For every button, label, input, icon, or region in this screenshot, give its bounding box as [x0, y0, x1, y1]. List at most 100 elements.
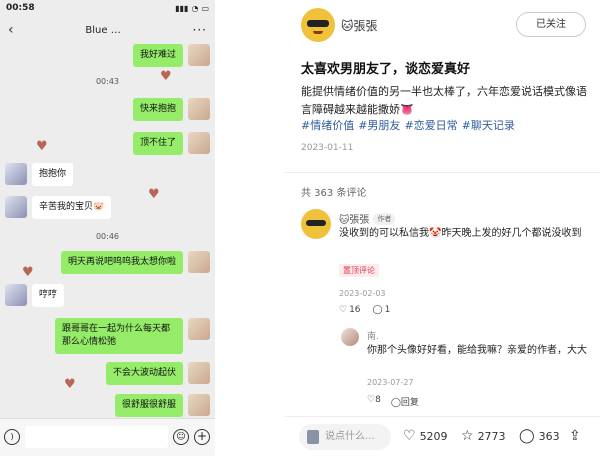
message-row: 我好难过 [0, 44, 215, 68]
chat-bubble-icon: ◯ [519, 428, 535, 444]
message-row: 不会大波动起伏 [0, 362, 215, 386]
comment-like-button[interactable]: ♡8 [367, 395, 381, 408]
tag-link[interactable]: #恋爱日常 [404, 117, 457, 133]
message-bubble[interactable]: 不会大波动起伏 [105, 362, 183, 385]
timestamp: 00:43 [95, 77, 120, 86]
author-block[interactable]: 🐱張張 [301, 8, 378, 42]
author-name[interactable]: 🐱張張 [341, 17, 378, 34]
message-row: 辛苦我的宝贝🐷 [0, 196, 215, 220]
comment-like-button[interactable]: ♡ 16 [339, 305, 361, 315]
comment-like-count: 16 [349, 305, 361, 315]
share-icon: ⇪ [569, 428, 581, 444]
avatar[interactable] [188, 362, 210, 384]
like-count: 5209 [419, 429, 448, 443]
more-icon[interactable]: ··· [193, 23, 207, 37]
chat-bubble-icon: ◯ [372, 305, 383, 315]
status-bar: 00:58 ▮▮▮ ◔ ▭ [0, 0, 215, 16]
message-bubble[interactable]: 快来抱抱 [132, 98, 183, 121]
heart-sticker-icon: ♥ [22, 265, 34, 280]
comment-author: 🐱張張 作者 [339, 211, 396, 226]
collect-count: 2773 [477, 429, 506, 443]
tag-list: #情绪价值 #男朋友 #恋爱日常 #聊天记录 [301, 117, 515, 133]
chevron-left-icon[interactable]: ‹ [8, 22, 14, 38]
comment-count: 共 363 条评论 [301, 188, 367, 199]
sunglasses-icon [307, 20, 329, 27]
heart-sticker-icon: ♥ [64, 377, 76, 392]
voice-icon[interactable]: ) [4, 429, 20, 445]
comment-date: 2023-07-27 [367, 378, 414, 387]
message-row: 顶不住了 [0, 132, 215, 156]
message-row: 抱抱你 [0, 163, 215, 187]
comment-text[interactable]: 没收到的可以私信我🤡昨天晚上发的好几个都说没收到 [339, 226, 584, 242]
comment-reply-count: 1 [384, 305, 391, 315]
message-bubble[interactable]: 抱抱你 [32, 163, 74, 186]
message-bubble[interactable]: 顶不住了 [132, 132, 183, 155]
emoji-icon[interactable]: ☺ [173, 429, 189, 445]
timestamp: 00:46 [95, 232, 120, 241]
tag-link[interactable]: #情绪价值 [301, 117, 354, 133]
divider [285, 172, 600, 173]
avatar[interactable] [341, 328, 359, 346]
share-button[interactable]: ⇪ [569, 429, 581, 443]
avatar[interactable] [188, 394, 210, 416]
comment-input-placeholder: 说点什么... [325, 431, 375, 442]
comment-date: 2023-02-03 [339, 289, 386, 298]
comment-button[interactable]: ◯ 363 [519, 429, 560, 443]
comment-reply-button[interactable]: ◯ 1 [373, 305, 391, 315]
message-bubble[interactable]: 很舒服很舒服 [114, 394, 183, 417]
chat-header: ‹ Blue … ··· [0, 16, 215, 44]
heart-outline-icon: ♡ [339, 305, 348, 315]
sunglasses-icon [306, 220, 326, 226]
comment-actions: ♡8 ◯回复 [367, 395, 419, 408]
heart-sticker-icon: ♥ [36, 139, 48, 154]
avatar[interactable] [188, 251, 210, 273]
chat-bubble-icon: ◯ [390, 398, 401, 408]
wifi-icon: ◔ [191, 3, 199, 13]
heart-sticker-icon: ♥ [160, 69, 172, 84]
comment-reply-button[interactable]: ◯回复 [391, 395, 419, 408]
pinned-badge: 置顶评论 [339, 264, 379, 277]
heart-outline-icon: ♡ [403, 428, 416, 444]
avatar[interactable] [301, 8, 335, 42]
message-bubble[interactable]: 辛苦我的宝贝🐷 [32, 196, 112, 219]
like-button[interactable]: ♡ 5209 [403, 429, 448, 443]
message-row: 快来抱抱 [0, 98, 215, 122]
message-bubble[interactable]: 跟哥哥在一起为什么每天都那么心情松弛 [55, 318, 183, 354]
post-page: 🐱張張 已关注 太喜欢男朋友了，谈恋爱真好 能提供情绪价值的另一半也太棒了，六年… [285, 0, 600, 456]
avatar[interactable] [188, 132, 210, 154]
avatar[interactable] [188, 44, 210, 66]
comment-author-name[interactable]: 南. [367, 329, 379, 342]
tag-link[interactable]: #男朋友 [358, 117, 400, 133]
message-row: 哼哼 [0, 284, 215, 308]
comment-total: 363 [538, 429, 560, 443]
avatar[interactable] [301, 209, 331, 239]
signal-icon: ▮▮▮ [175, 3, 189, 13]
comment-author-name[interactable]: 🐱張張 [339, 211, 369, 226]
message-bubble[interactable]: 哼哼 [32, 284, 65, 307]
pen-icon [307, 430, 319, 444]
status-time: 00:58 [6, 3, 35, 13]
heart-sticker-icon: ♥ [148, 187, 160, 202]
follow-button[interactable]: 已关注 [516, 12, 586, 37]
avatar[interactable] [188, 98, 210, 120]
message-input[interactable] [25, 426, 168, 448]
battery-icon: ▭ [201, 3, 209, 13]
comment-input[interactable]: 说点什么... [299, 424, 391, 450]
plus-icon[interactable]: + [194, 429, 210, 445]
avatar[interactable] [5, 284, 27, 306]
message-bubble[interactable]: 我好难过 [132, 44, 183, 67]
comment-text[interactable]: 你那个头像好好看，能给我嘛？亲爱的作者，大大 [367, 343, 592, 358]
avatar[interactable] [5, 163, 27, 185]
avatar[interactable] [5, 196, 27, 218]
tag-link[interactable]: #聊天记录 [462, 117, 515, 133]
star-outline-icon: ☆ [461, 428, 474, 444]
reply-label: 回复 [400, 398, 419, 408]
message-bubble[interactable]: 明天再说吧呜呜我太想你啦 [60, 251, 183, 274]
avatar[interactable] [188, 318, 210, 340]
chat-title-suffix: … [110, 24, 121, 36]
collect-button[interactable]: ☆ 2773 [461, 429, 506, 443]
status-icons: ▮▮▮ ◔ ▭ [175, 4, 209, 13]
message-row: 很舒服很舒服 [0, 394, 215, 418]
chat-title: Blue … [85, 25, 120, 36]
mouth-shape [313, 31, 323, 34]
